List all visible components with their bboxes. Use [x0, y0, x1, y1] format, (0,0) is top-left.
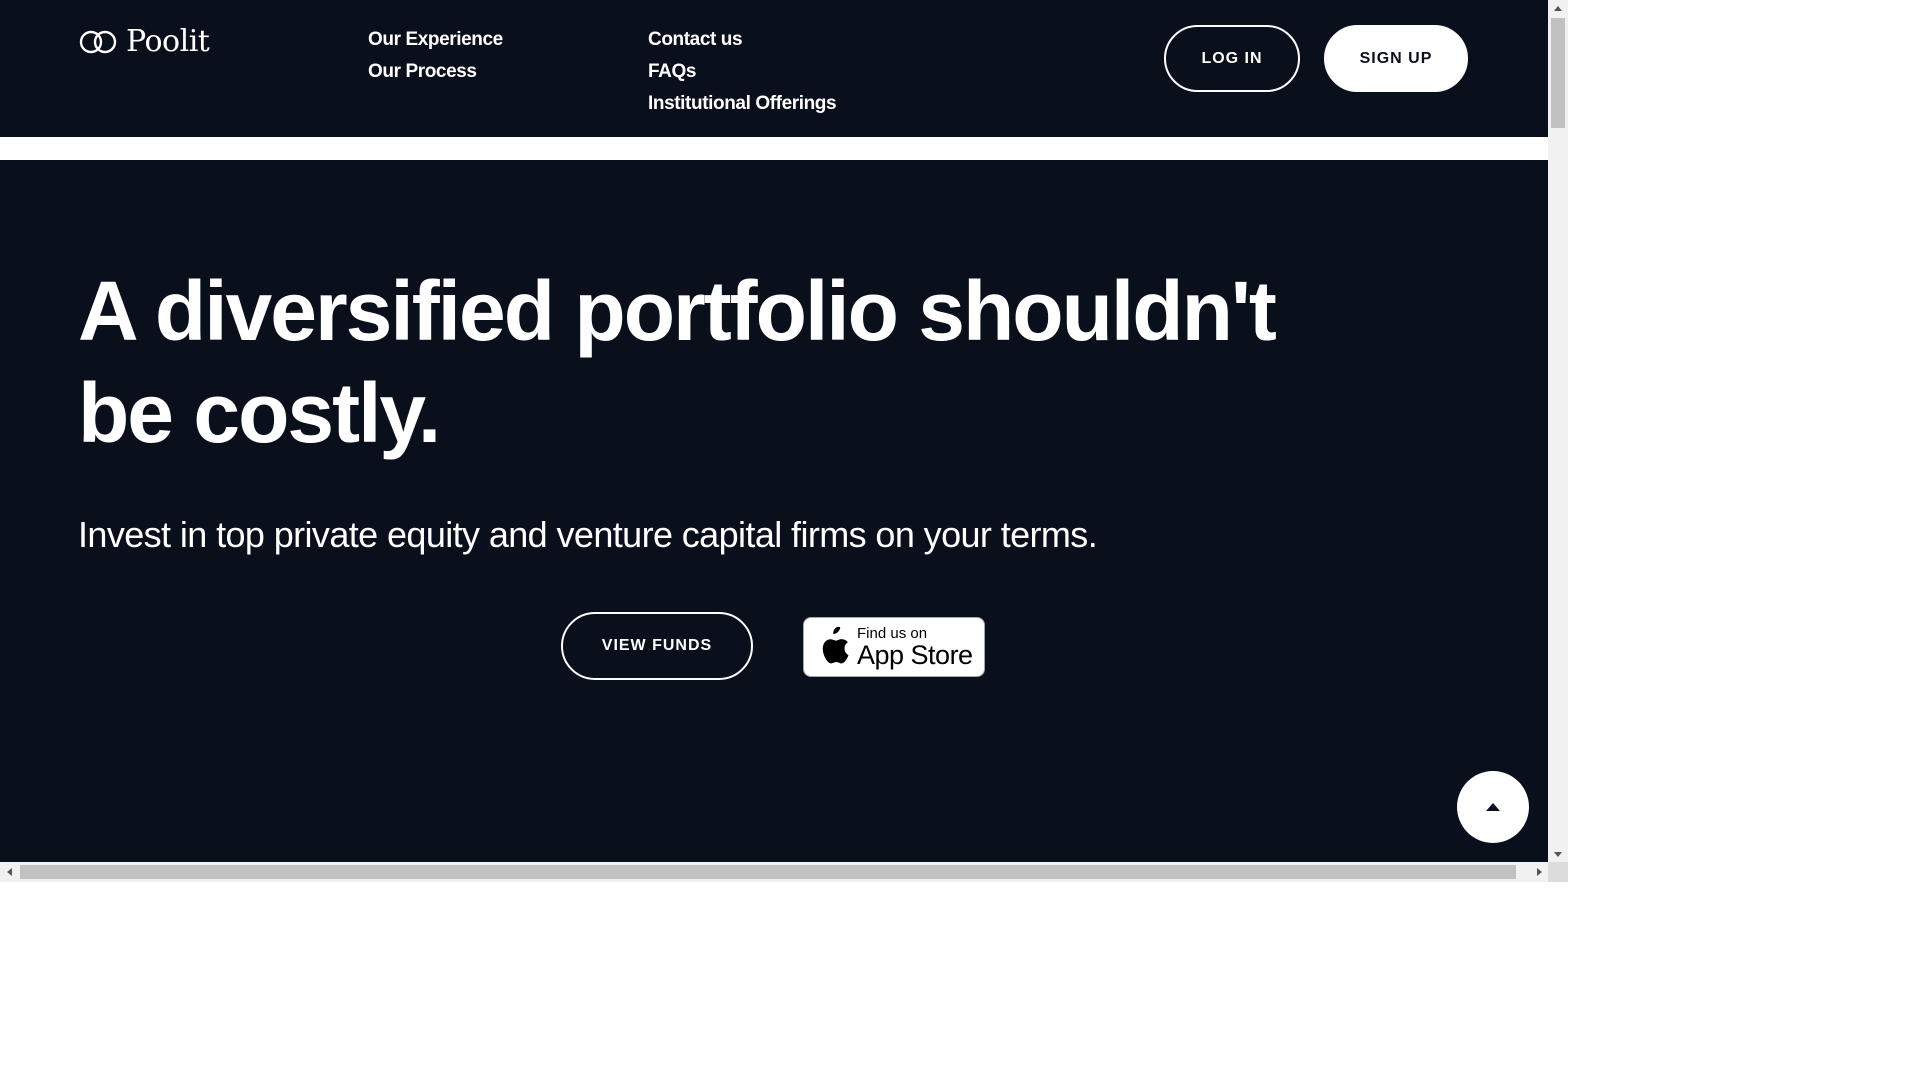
nav-column-primary: Our Experience Our Process: [368, 24, 503, 88]
hero-headline: A diversified portfolio shouldn't be cos…: [78, 264, 1277, 460]
poolit-logo-icon: [79, 30, 117, 53]
nav-link-our-process[interactable]: Our Process: [368, 56, 503, 88]
login-button[interactable]: LOG IN: [1164, 25, 1300, 92]
app-store-big-label: App Store: [857, 639, 973, 670]
scroll-left-arrow-icon[interactable]: [0, 862, 18, 882]
brand-logo[interactable]: Poolit: [78, 24, 210, 59]
page: Poolit Our Experience Our Process Contac…: [0, 0, 1548, 862]
scroll-up-arrow-icon[interactable]: [1548, 0, 1568, 16]
nav-link-our-experience[interactable]: Our Experience: [368, 24, 503, 56]
horizontal-scrollbar[interactable]: [0, 862, 1548, 882]
caret-up-icon: [1486, 803, 1500, 811]
nav-link-institutional-offerings[interactable]: Institutional Offerings: [648, 88, 837, 120]
brand-name: Poolit: [126, 24, 210, 59]
app-store-text: Find us on App Store: [857, 626, 973, 669]
site-header: Poolit Our Experience Our Process Contac…: [0, 0, 1548, 137]
hero-subheadline: Invest in top private equity and venture…: [78, 514, 1098, 555]
scroll-down-arrow-icon[interactable]: [1548, 846, 1568, 862]
app-store-small-label: Find us on: [857, 624, 928, 642]
horizontal-scrollbar-thumb[interactable]: [20, 865, 1516, 879]
nav-column-secondary: Contact us FAQs Institutional Offerings: [648, 24, 837, 120]
scrollbar-corner: [1548, 862, 1568, 882]
nav-link-contact-us[interactable]: Contact us: [648, 24, 836, 56]
vertical-scrollbar-thumb[interactable]: [1551, 18, 1565, 128]
apple-icon: [822, 627, 849, 664]
signup-button[interactable]: SIGN UP: [1324, 25, 1468, 92]
hero-section: A diversified portfolio shouldn't be cos…: [0, 160, 1548, 862]
nav-link-faqs[interactable]: FAQs: [648, 56, 836, 88]
header-divider-strip: [0, 137, 1548, 160]
vertical-scrollbar[interactable]: [1548, 0, 1568, 862]
scroll-right-arrow-icon[interactable]: [1530, 862, 1548, 882]
back-to-top-button[interactable]: [1457, 771, 1529, 843]
app-store-badge[interactable]: Find us on App Store: [803, 617, 985, 677]
view-funds-button[interactable]: VIEW FUNDS: [561, 612, 753, 680]
